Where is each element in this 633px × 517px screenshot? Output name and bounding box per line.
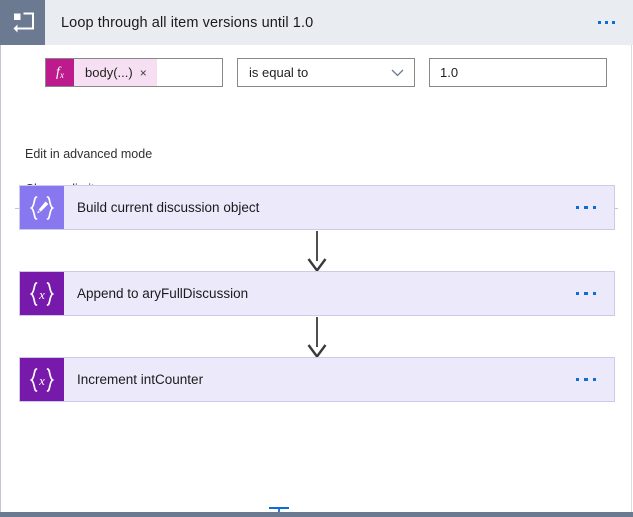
loop-until-icon	[0, 0, 45, 45]
loop-menu-ellipsis-icon[interactable]	[594, 15, 619, 30]
action-menu-ellipsis-icon[interactable]	[558, 272, 615, 315]
loop-until-icon-glyph	[13, 12, 34, 32]
condition-left-operand-field[interactable]: fx body(...) ×	[45, 58, 223, 87]
condition-row: fx body(...) × is equal to 1.0	[45, 58, 607, 87]
action-card-increment-intcounter[interactable]: x Increment intCounter	[19, 357, 615, 402]
ellipsis-dot	[598, 21, 601, 24]
ellipsis-dot	[575, 291, 579, 296]
condition-value-input[interactable]: 1.0	[429, 58, 607, 87]
edit-in-advanced-mode-link[interactable]: Edit in advanced mode	[25, 147, 152, 161]
ellipsis-dot	[592, 291, 596, 296]
loop-header-bar: Loop through all item versions until 1.0	[45, 0, 633, 45]
chevron-down-icon	[391, 69, 404, 76]
action-menu-ellipsis-icon[interactable]	[558, 358, 615, 401]
variable-icon-glyph: x	[29, 367, 55, 392]
condition-value-text: 1.0	[440, 65, 459, 80]
svg-text:x: x	[38, 287, 45, 302]
variable-braces-x-icon: x	[20, 358, 64, 401]
condition-operator-value: is equal to	[249, 65, 309, 80]
ellipsis-dot	[584, 291, 588, 296]
condition-operator-select[interactable]: is equal to	[237, 58, 415, 87]
ellipsis-dot	[592, 377, 596, 382]
action-menu-ellipsis-icon[interactable]	[558, 186, 615, 229]
ellipsis-dot	[605, 21, 608, 24]
panel-bottom-edge	[0, 512, 633, 517]
loop-header: Loop through all item versions until 1.0	[0, 0, 633, 45]
action-card-title: Increment intCounter	[77, 372, 204, 387]
ellipsis-dot	[584, 205, 588, 210]
ellipsis-dot	[592, 205, 596, 210]
svg-text:x: x	[38, 373, 45, 388]
ellipsis-dot	[575, 205, 579, 210]
action-card-title: Append to aryFullDiscussion	[77, 286, 249, 301]
ellipsis-dot	[575, 377, 579, 382]
connector-arrow-2	[307, 317, 327, 359]
loop-title: Loop through all item versions until 1.0	[61, 14, 314, 31]
compose-braces-pencil-icon	[20, 186, 64, 229]
compose-icon-glyph	[29, 195, 55, 220]
do-until-loop-card: Loop through all item versions until 1.0…	[0, 0, 633, 517]
variable-icon-glyph: x	[29, 281, 55, 306]
fx-icon: fx	[46, 59, 74, 86]
close-icon[interactable]: ×	[140, 59, 157, 86]
expression-token-label: body(...)	[85, 65, 133, 80]
variable-braces-x-icon: x	[20, 272, 64, 315]
expression-token[interactable]: fx body(...) ×	[46, 59, 157, 86]
action-card-append-to-aryfulldiscussion[interactable]: x Append to aryFullDiscussion	[19, 271, 615, 316]
loop-body: fx body(...) × is equal to 1.0 Edit in a…	[0, 45, 632, 517]
ellipsis-dot	[584, 377, 588, 382]
action-card-build-current-discussion-object[interactable]: Build current discussion object	[19, 185, 615, 230]
ellipsis-dot	[612, 21, 615, 24]
action-card-title: Build current discussion object	[77, 200, 260, 215]
connector-arrow-1	[307, 231, 327, 273]
